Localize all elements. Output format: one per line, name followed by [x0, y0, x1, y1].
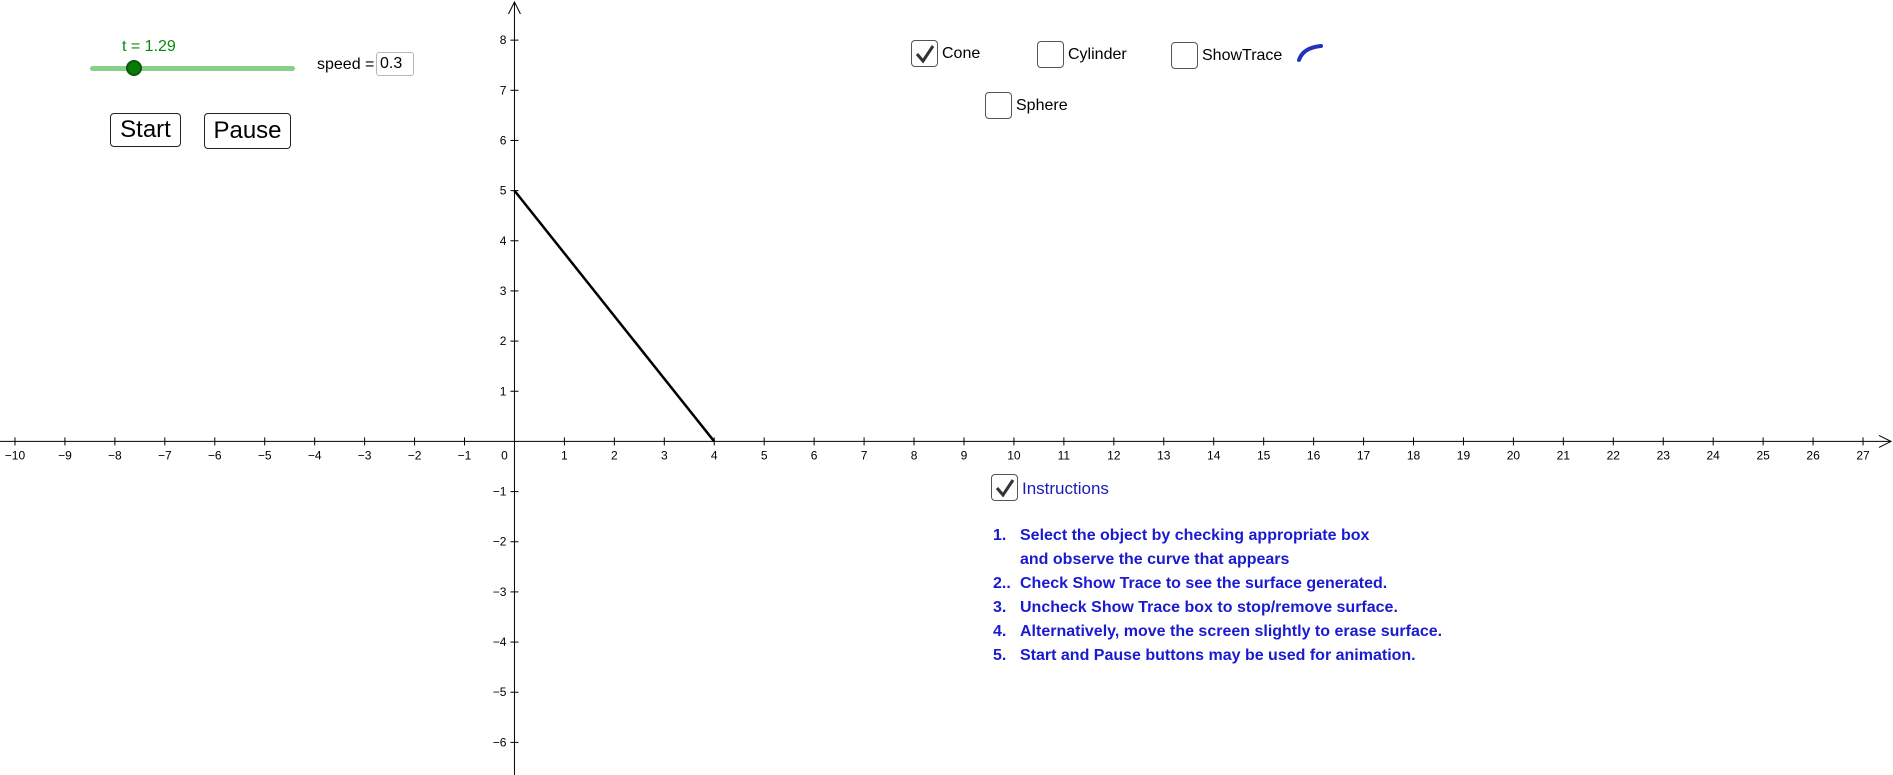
y-tick-label: 5	[500, 184, 507, 198]
x-tick-label: 20	[1507, 448, 1521, 462]
y-axis: 8 7 6 5 4 3 2 1 −1 −2 −3 −4 −5 −6	[493, 0, 521, 775]
instruction-number: 4.	[993, 623, 1007, 640]
x-tick-label: 14	[1207, 448, 1221, 462]
y-tick-label: −3	[493, 585, 507, 599]
x-tick-label: −5	[258, 448, 272, 462]
x-tick-label: −8	[108, 448, 122, 462]
speed-label: speed =	[317, 56, 375, 73]
y-tick-label: −2	[493, 535, 507, 549]
instruction-item: 4. Alternatively, move the screen slightl…	[993, 620, 1442, 644]
showtrace-checkbox[interactable]	[1171, 42, 1198, 69]
x-tick-label: 27	[1856, 448, 1870, 462]
y-tick-label: 1	[500, 384, 507, 398]
cone-checkbox[interactable]	[911, 40, 938, 67]
pause-button[interactable]: Pause	[204, 113, 291, 149]
instruction-text: Alternatively, move the screen slightly …	[1020, 623, 1443, 640]
x-tick-label: 17	[1357, 448, 1371, 462]
x-tick-label: 5	[761, 448, 768, 462]
y-tick-label: −4	[493, 635, 507, 649]
x-tick-label: 26	[1806, 448, 1820, 462]
instruction-text: Select the object by checking appropriat…	[1020, 527, 1370, 544]
x-tick-label: 13	[1157, 448, 1171, 462]
segment-layer	[513, 189, 716, 443]
instructions-checkbox[interactable]	[991, 474, 1018, 501]
start-button[interactable]: Start	[110, 113, 181, 147]
x-tick-label: 24	[1707, 448, 1721, 462]
instruction-item: 2.. Check Show Trace to see the surface g…	[993, 572, 1442, 596]
x-tick-label: −3	[358, 448, 372, 462]
y-tick-label: −1	[493, 485, 507, 499]
t-slider-handle[interactable]	[126, 60, 142, 76]
showtrace-checkbox-label: ShowTrace	[1202, 47, 1283, 64]
instruction-number: 2..	[993, 575, 1011, 592]
x-tick-label: 19	[1457, 448, 1471, 462]
instruction-number: 3.	[993, 599, 1007, 616]
instruction-item: 5. Start and Pause buttons may be used fo…	[993, 644, 1442, 668]
x-tick-label: −7	[158, 448, 172, 462]
y-tick-label: 4	[500, 234, 507, 248]
x-tick-label: 3	[661, 448, 668, 462]
x-tick-label: −6	[208, 448, 222, 462]
trace-curve-icon	[1297, 44, 1323, 62]
checkmark-icon	[915, 44, 934, 63]
x-tick-label: 2	[611, 448, 618, 462]
instruction-text: Uncheck Show Trace box to stop/remove su…	[1020, 599, 1398, 616]
t-slider-track[interactable]	[90, 66, 295, 71]
x-tick-label: 18	[1407, 448, 1421, 462]
instruction-item: and observe the curve that appears	[993, 548, 1442, 572]
x-tick-label: 16	[1307, 448, 1321, 462]
x-tick-label: −9	[58, 448, 72, 462]
instruction-text: and observe the curve that appears	[1020, 551, 1290, 568]
y-tick-label: −5	[493, 685, 507, 699]
instructions-checkbox-label: Instructions	[1022, 479, 1109, 498]
x-axis: −10 −9 −8 −7 −6 −5 −4 −3 −2 −1 0 1 2 3 4 5 6 7 8 9 10 11 12 13 1…	[0, 434, 1893, 462]
speed-input[interactable]	[376, 52, 414, 76]
x-tick-label: 25	[1756, 448, 1770, 462]
x-tick-label: −10	[5, 448, 26, 462]
y-tick-label: 7	[500, 83, 507, 97]
x-tick-label: 4	[711, 448, 718, 462]
x-tick-label: −4	[308, 448, 322, 462]
sphere-checkbox[interactable]	[985, 92, 1012, 119]
instruction-item: 3. Uncheck Show Trace box to stop/remove …	[993, 596, 1442, 620]
x-tick-label: 22	[1607, 448, 1621, 462]
cylinder-checkbox[interactable]	[1037, 41, 1064, 68]
instruction-number: 1.	[993, 527, 1007, 544]
instructions-list: 1. Select the object by checking appropri…	[993, 524, 1442, 668]
x-tick-label: −1	[458, 448, 472, 462]
x-tick-label: 9	[961, 448, 968, 462]
instruction-text: Check Show Trace to see the surface gene…	[1020, 575, 1388, 592]
instruction-number: 5.	[993, 647, 1007, 664]
y-tick-label: 3	[500, 284, 507, 298]
y-tick-label: −6	[493, 735, 507, 749]
x-tick-label: 11	[1058, 448, 1071, 462]
y-tick-label: 2	[500, 334, 507, 348]
x-tick-label: 0	[501, 448, 508, 462]
slider-value-label: t = 1.29	[122, 38, 176, 55]
y-tick-label: 8	[500, 33, 507, 47]
instruction-text: Start and Pause buttons may be used for …	[1020, 647, 1416, 664]
x-tick-label: −2	[408, 448, 422, 462]
checkmark-icon	[995, 478, 1014, 497]
x-tick-label: 6	[811, 448, 818, 462]
cylinder-checkbox-label: Cylinder	[1068, 46, 1127, 63]
instruction-item: 1. Select the object by checking appropri…	[993, 524, 1442, 548]
sphere-checkbox-label: Sphere	[1016, 97, 1068, 114]
x-tick-label: 23	[1657, 448, 1671, 462]
cone-checkbox-label: Cone	[942, 45, 981, 62]
x-tick-label: 12	[1107, 448, 1121, 462]
x-tick-label: 21	[1557, 448, 1571, 462]
x-tick-label: 15	[1257, 448, 1271, 462]
cone-generator-segment[interactable]	[513, 189, 716, 443]
x-tick-label: 8	[911, 448, 918, 462]
x-tick-label: 7	[861, 448, 868, 462]
x-tick-label: 10	[1007, 448, 1021, 462]
y-tick-label: 6	[500, 133, 507, 147]
x-tick-label: 1	[561, 448, 568, 462]
